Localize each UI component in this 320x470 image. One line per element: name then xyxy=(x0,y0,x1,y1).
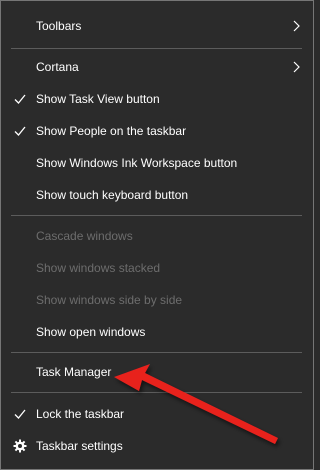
menu-item-label: Show Task View button xyxy=(36,92,160,106)
menu-item-show-ink-workspace[interactable]: Show Windows Ink Workspace button xyxy=(1,147,313,179)
gear-icon xyxy=(13,439,27,453)
menu-item-label: Show People on the taskbar xyxy=(36,124,187,138)
menu-item-label: Show windows stacked xyxy=(36,261,161,275)
menu-separator xyxy=(11,352,302,353)
menu-item-cascade-windows: Cascade windows xyxy=(1,220,313,252)
checkmark-icon xyxy=(14,126,26,136)
menu-item-label: Show windows side by side xyxy=(36,293,183,307)
menu-item-show-windows-side-by-side: Show windows side by side xyxy=(1,284,313,316)
menu-item-label: Lock the taskbar xyxy=(36,407,125,421)
menu-item-show-open-windows[interactable]: Show open windows xyxy=(1,316,313,348)
chevron-right-icon xyxy=(293,61,300,73)
menu-item-label: Task Manager xyxy=(36,365,112,379)
menu-separator xyxy=(11,215,302,216)
menu-item-label: Show open windows xyxy=(36,325,146,339)
menu-item-lock-taskbar[interactable]: Lock the taskbar xyxy=(1,398,313,430)
menu-separator xyxy=(11,392,302,393)
menu-item-label: Show touch keyboard button xyxy=(36,188,189,202)
menu-item-cortana[interactable]: Cortana xyxy=(1,51,313,83)
checkmark-icon xyxy=(14,94,26,104)
taskbar-context-menu: Toolbars Cortana Show Task View button S… xyxy=(0,0,314,470)
menu-item-label: Toolbars xyxy=(36,19,82,33)
checkmark-icon xyxy=(14,409,26,419)
menu-item-show-windows-stacked: Show windows stacked xyxy=(1,252,313,284)
menu-item-toolbars[interactable]: Toolbars xyxy=(1,10,313,42)
menu-separator xyxy=(11,48,302,49)
menu-item-show-task-view[interactable]: Show Task View button xyxy=(1,83,313,115)
menu-item-show-people[interactable]: Show People on the taskbar xyxy=(1,115,313,147)
chevron-right-icon xyxy=(293,20,300,32)
menu-item-label: Cascade windows xyxy=(36,229,133,243)
menu-item-show-touch-keyboard[interactable]: Show touch keyboard button xyxy=(1,179,313,211)
menu-item-task-manager[interactable]: Task Manager xyxy=(1,356,313,388)
menu-item-taskbar-settings[interactable]: Taskbar settings xyxy=(1,430,313,462)
menu-item-label: Cortana xyxy=(36,60,79,74)
menu-item-label: Taskbar settings xyxy=(36,439,123,453)
menu-item-label: Show Windows Ink Workspace button xyxy=(36,156,238,170)
